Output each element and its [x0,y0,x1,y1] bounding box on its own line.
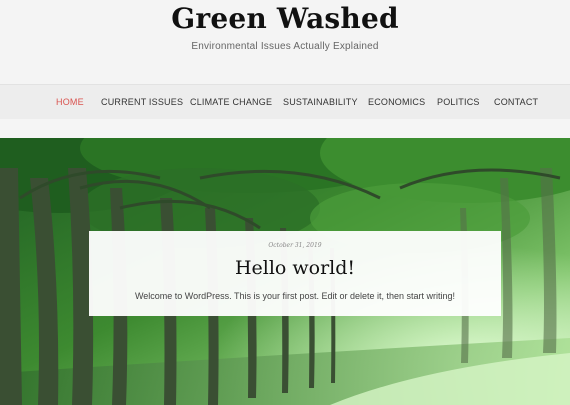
site-title[interactable]: Green Washed [0,2,570,35]
nav-item-politics[interactable]: POLITICS [437,97,480,107]
post-excerpt: Welcome to WordPress. This is your first… [134,291,456,301]
nav-item-current-issues[interactable]: CURRENT ISSUES [101,97,183,107]
post-title[interactable]: Hello world! [89,257,501,279]
nav-item-economics[interactable]: ECONOMICS [368,97,425,107]
main-navigation: HOME CURRENT ISSUES CLIMATE CHANGE SUSTA… [0,84,570,120]
featured-post-card: October 31, 2019 Hello world! Welcome to… [89,231,501,316]
site-tagline: Environmental Issues Actually Explained [191,41,379,52]
post-date: October 31, 2019 [268,242,322,249]
nav-item-climate-change[interactable]: CLIMATE CHANGE [190,97,272,107]
nav-item-sustainability[interactable]: SUSTAINABILITY [283,97,358,107]
content-spacer [0,119,570,138]
hero-image: October 31, 2019 Hello world! Welcome to… [0,138,570,405]
nav-item-home[interactable]: HOME [56,97,84,107]
site-header: Green Washed Environmental Issues Actual… [0,0,570,84]
nav-item-contact[interactable]: CONTACT [494,97,538,107]
